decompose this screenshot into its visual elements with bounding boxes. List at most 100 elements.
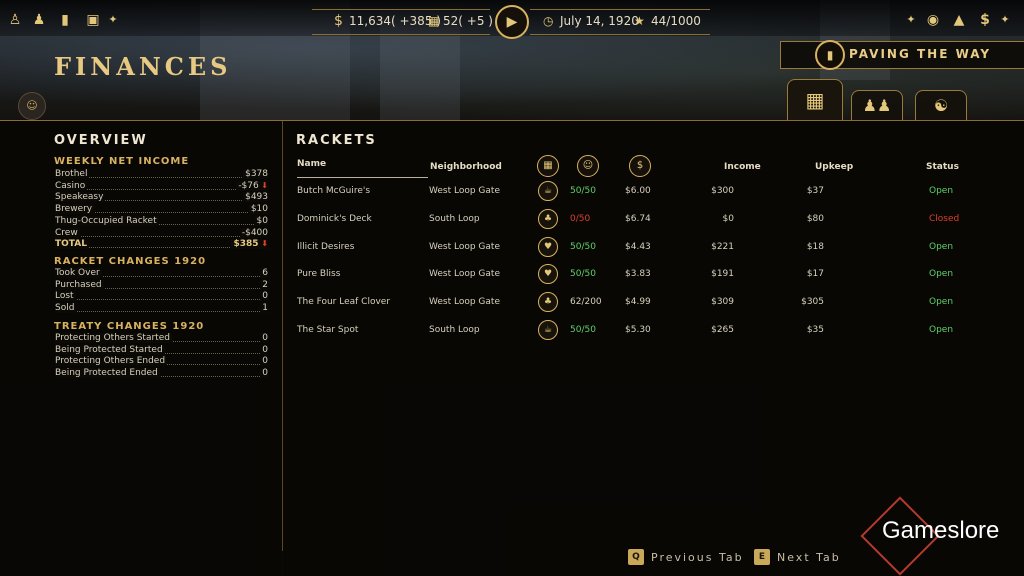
row-label: Speakeasy	[55, 192, 106, 203]
column-header-name[interactable]: Name	[297, 159, 326, 169]
treaty-changes-heading: TREATY CHANGES 1920	[54, 321, 205, 332]
trend-down-icon: ⬇	[258, 239, 268, 249]
cell-name: Butch McGuire's	[297, 186, 371, 196]
row-value-text: $10	[250, 204, 268, 215]
cell-name: Dominick's Deck	[297, 213, 372, 224]
row-label: Purchased	[55, 279, 104, 290]
row-label: Casino	[55, 180, 88, 191]
table-row[interactable]: ♣ The Four Leaf Clover West Loop Gate 62/20…	[296, 289, 968, 315]
row-label: Took Over	[55, 268, 102, 278]
cell-neighborhood: West Loop Gate	[429, 269, 500, 280]
overview-row: Took Over 6	[55, 268, 268, 279]
row-value-text: 1	[262, 303, 268, 314]
overview-row: Protecting Others Started 0	[55, 333, 268, 344]
row-value: 0	[260, 333, 268, 343]
table-row[interactable]: ♣ Dominick's Deck South Loop 0/50 $6.74 $0 $80…	[296, 206, 968, 232]
overview-total-row: TOTAL $385 ⬇	[55, 239, 268, 250]
row-label: Brewery	[55, 204, 95, 215]
previous-tab-key[interactable]: Q	[628, 549, 644, 565]
mission-banner[interactable]: ▮ PAVING THE WAY	[780, 40, 1024, 70]
building-icon[interactable]: ▲	[950, 11, 968, 29]
column-header-upkeep[interactable]: Upkeep	[815, 162, 853, 172]
cell-capacity: 50/50	[570, 325, 596, 335]
cell-income: $300	[711, 186, 734, 196]
table-row[interactable]: ☕ The Star Spot South Loop 50/50 $5.30 $265 $3…	[296, 317, 968, 343]
watermark-text: Gameslore	[882, 517, 1000, 544]
cell-price: $4.43	[625, 241, 651, 252]
next-tab-button[interactable]: Next Tab	[777, 551, 841, 564]
row-value-text: -$400	[241, 227, 268, 238]
column-header-income[interactable]: Income	[724, 162, 761, 172]
brothel-icon: ♥	[538, 236, 558, 257]
previous-tab-button[interactable]: Previous Tab	[651, 551, 744, 564]
next-tab-key[interactable]: E	[754, 549, 770, 565]
cell-neighborhood: South Loop	[429, 325, 480, 335]
gangsters-icon[interactable]: ♙	[6, 11, 24, 29]
row-value: -$76 ⬇	[236, 180, 268, 191]
row-value-text: 0	[262, 356, 268, 367]
weekly-net-income-heading: WEEKLY NET INCOME	[54, 156, 190, 167]
total-value: $385 ⬇	[231, 239, 268, 250]
table-row[interactable]: ☕ Butch McGuire's West Loop Gate 50/50 $6.00…	[296, 178, 968, 204]
column-header-status[interactable]: Status	[926, 162, 959, 172]
row-label: Protecting Others Started	[55, 333, 172, 343]
heat-value: 44/1000	[651, 14, 701, 28]
row-value: $10	[248, 204, 268, 215]
cell-price: $6.00	[625, 186, 651, 196]
brothel-icon: ♥	[538, 264, 558, 285]
cell-status: Open	[929, 269, 954, 280]
overview-row: Brothel $378	[55, 169, 268, 180]
row-value-text: $493	[245, 192, 268, 203]
cell-name: Illicit Desires	[297, 241, 355, 252]
row-value-text: 2	[262, 279, 268, 290]
cell-status: Closed	[929, 213, 960, 224]
table-row[interactable]: ♥ Pure Bliss West Loop Gate 50/50 $3.83 $191 $…	[296, 261, 968, 287]
customers-icon[interactable]: ☺	[577, 155, 599, 177]
cell-upkeep: $17	[806, 269, 824, 280]
row-value-text: -$76	[238, 180, 259, 191]
cell-upkeep: $37	[806, 186, 824, 196]
column-header-neighborhood[interactable]: Neighborhood	[430, 162, 502, 172]
row-label: Brothel	[55, 169, 90, 179]
panel-divider	[282, 121, 283, 551]
row-value: 6	[260, 268, 268, 278]
briefcase-icon[interactable]: ▣	[84, 11, 102, 29]
ledger-icon[interactable]: ▮	[56, 11, 74, 29]
racket-type-icon[interactable]: ▦	[537, 155, 559, 177]
overview-row: Purchased 2	[55, 279, 268, 291]
cell-capacity: 62/200	[570, 297, 602, 308]
cell-capacity: 50/50	[570, 269, 596, 280]
overview-row: Lost 0	[55, 291, 268, 302]
tab-buildings[interactable]: ▦	[787, 79, 843, 121]
cell-income: $191	[711, 269, 734, 280]
casino-icon: ♣	[538, 292, 558, 313]
tab-treaties[interactable]: ☯	[915, 90, 967, 121]
mask-icon[interactable]: ◉	[924, 11, 942, 29]
cell-price: $3.83	[625, 269, 651, 280]
speakeasy-icon: ☕	[538, 320, 558, 340]
menu-ornament-icon: ✦	[108, 13, 118, 26]
trend-down-icon: ⬇	[258, 180, 268, 190]
overview-row: Thug-Occupied Racket $0	[55, 215, 268, 227]
overview-row: Crew -$400	[55, 227, 268, 239]
cell-status: Open	[929, 241, 954, 252]
cell-upkeep: $80	[806, 213, 824, 224]
tab-crew[interactable]: ♟♟	[851, 90, 903, 121]
row-value: $378	[243, 169, 268, 179]
cell-neighborhood: West Loop Gate	[429, 241, 500, 252]
row-value: 0	[260, 291, 268, 302]
row-label: Protecting Others Ended	[55, 356, 168, 367]
table-row[interactable]: ♥ Illicit Desires West Loop Gate 50/50 $4.43…	[296, 234, 968, 260]
crew-icon[interactable]: ♟	[30, 11, 48, 29]
menu-ornament-icon: ✦	[906, 13, 916, 26]
cell-income: $0	[722, 213, 734, 224]
play-button[interactable]: ▶	[495, 5, 529, 39]
cell-upkeep: $305	[801, 297, 824, 308]
overview-row: Being Protected Started 0	[55, 344, 268, 356]
cell-price: $5.30	[625, 325, 651, 335]
dollar-icon: $	[334, 13, 343, 29]
price-icon[interactable]: $	[629, 155, 651, 177]
boss-portrait-icon[interactable]: ☺	[18, 92, 46, 120]
dollar-icon[interactable]: $	[976, 11, 994, 29]
row-value: 1	[260, 303, 268, 314]
